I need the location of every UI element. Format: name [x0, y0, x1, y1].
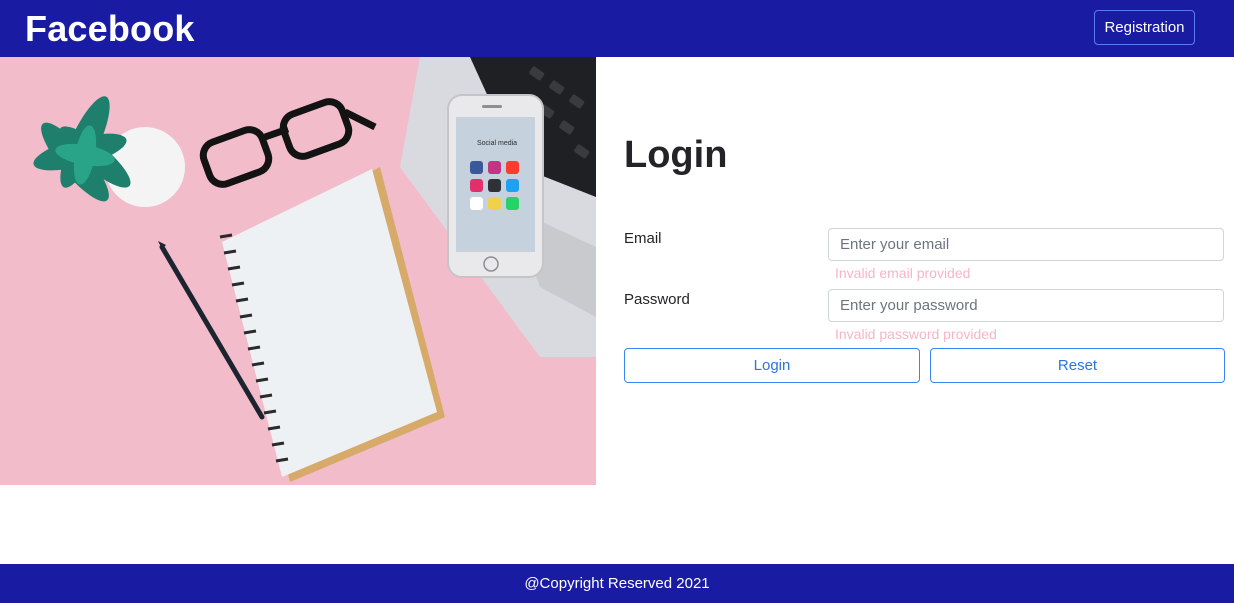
phone-screen-label: Social media [477, 140, 517, 147]
top-navbar: Facebook Registration [0, 0, 1234, 57]
email-field[interactable] [828, 228, 1224, 261]
footer-copyright: @Copyright Reserved 2021 [0, 564, 1234, 603]
password-error-message: Invalid password provided [835, 326, 997, 342]
login-button[interactable]: Login [624, 348, 920, 383]
hero-image: Social media [0, 57, 596, 485]
registration-button[interactable]: Registration [1094, 10, 1195, 45]
phone-illustration: Social media [447, 94, 544, 278]
email-label: Email [624, 230, 662, 247]
email-error-message: Invalid email provided [835, 265, 971, 281]
desk-flatlay-illustration: Social media [0, 57, 596, 485]
brand-logo[interactable]: Facebook [25, 7, 195, 51]
reset-button[interactable]: Reset [930, 348, 1225, 383]
password-field[interactable] [828, 289, 1224, 322]
password-label: Password [624, 291, 690, 308]
login-title: Login [624, 134, 728, 176]
